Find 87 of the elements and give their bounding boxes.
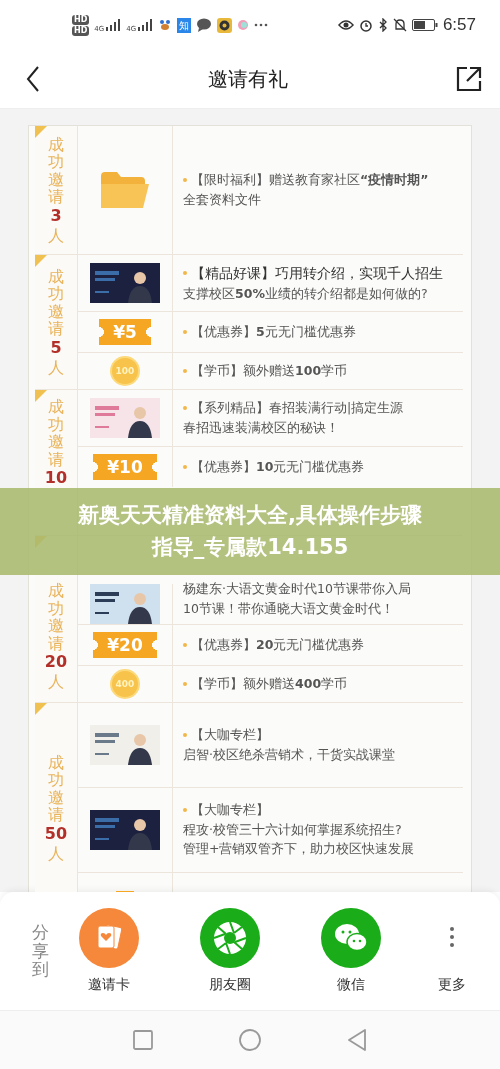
tier-label: 成功邀请 [48, 267, 64, 338]
page-title: 邀请有礼 [208, 65, 288, 93]
bell-muted-icon [392, 18, 407, 32]
back-nav-icon[interactable] [347, 1029, 367, 1051]
tier-label: 成功邀请 [48, 135, 64, 206]
tier-count: 10 [44, 468, 68, 490]
reward-text: 春招迅速装满校区的秘诀！ [183, 419, 339, 437]
chat-share-button[interactable] [321, 908, 381, 968]
coin: 400 [110, 669, 140, 699]
more-icon [254, 23, 269, 27]
reward-text: 【优惠券】5元无门槛优惠券 [191, 323, 356, 341]
bullet-dot [183, 330, 187, 334]
reward-text: 【系列精品】春招装满行动|搞定生源 [191, 399, 404, 417]
recent-apps-icon[interactable] [133, 1030, 153, 1050]
tier-count: 50 [44, 824, 68, 845]
bullet-dot [183, 271, 187, 276]
tier-count: 3 [50, 206, 62, 227]
bullet-dot [183, 682, 187, 686]
bullet-dot [183, 465, 187, 469]
bluetooth-icon [377, 18, 388, 32]
tier-unit: 人 [48, 673, 64, 691]
reward-text: 【大咖专栏】 [191, 801, 269, 819]
reward-text: 【精品好课】巧用转介绍，实现千人招生 [191, 263, 443, 283]
reward-text: 程攻·校管三十六计如何掌握系统招生? [183, 821, 402, 839]
folder-icon [101, 172, 149, 208]
battery-icon [411, 19, 438, 31]
tier-label: 成功邀请 [48, 753, 64, 824]
coupon-ticket: ¥10 [93, 454, 157, 480]
coupon-ticket: ¥5 [99, 319, 151, 345]
bullet-dot [183, 733, 187, 738]
reward-text: 支撑校区50%业绩的转介绍都是如何做的? [183, 285, 428, 303]
bullet-dot [183, 406, 187, 411]
eye-icon [337, 19, 354, 31]
reward-text: 【限时福利】赠送教育家社区“疫情时期” [191, 171, 429, 189]
home-icon[interactable] [239, 1029, 261, 1051]
reward-text: 【学币】额外赠送100学币 [191, 362, 348, 380]
tier-label: 成功邀请 [48, 582, 64, 653]
moments-share-button[interactable] [200, 908, 260, 968]
share-label: 邀请卡 [88, 976, 130, 994]
tier-count: 20 [44, 652, 68, 674]
paw-icon [158, 18, 173, 32]
tier-unit: 人 [48, 358, 64, 377]
reward-text: 10节课！带你通晓大语文黄金时代！ [183, 601, 394, 618]
bullet-dot [183, 643, 187, 647]
signal-icon [105, 19, 122, 31]
corner-marker [35, 255, 47, 267]
chat-bubble-icon [196, 18, 213, 32]
tier-label: 成功邀请 [48, 398, 64, 469]
reward-text: 管理+营销双管齐下，助力校区快速发展 [183, 841, 415, 859]
coin: 100 [110, 356, 140, 386]
headline-text: 新奥天天精准资料大全,具体操作步骤 [78, 502, 422, 529]
tier-unit: 人 [48, 844, 64, 863]
bullet-dot [183, 808, 187, 813]
chat-bubbles-icon [333, 923, 369, 953]
aperture-icon [212, 920, 248, 956]
reward-text: 启智·校区绝杀营销术，干货实战课堂 [183, 746, 395, 764]
reward-text: 【优惠券】20元无门槛优惠券 [191, 636, 365, 654]
share-icon[interactable] [456, 66, 482, 92]
tier-unit: 人 [48, 226, 64, 245]
share-label: 朋友圈 [209, 976, 251, 994]
reward-text: 【学币】额外赠送400学币 [191, 675, 348, 693]
reward-text: 全套资料文件 [183, 191, 261, 209]
app-badge: 知 [177, 17, 192, 33]
more-icon[interactable] [449, 926, 455, 948]
tier-count: 5 [50, 338, 62, 359]
card-share-button[interactable] [79, 908, 139, 968]
hd-label: HD [72, 25, 90, 36]
coupon-ticket: ¥20 [93, 632, 157, 658]
reward-text: 杨建东·大语文黄金时代10节课带你入局 [183, 581, 411, 599]
bullet-dot [183, 369, 187, 373]
bullet-dot [183, 178, 187, 183]
back-icon[interactable] [26, 66, 40, 92]
headline-text: 指导_专属款14.155 [151, 533, 349, 561]
hd-label: HD [72, 14, 90, 25]
corner-marker [35, 703, 47, 715]
alarm-icon [358, 18, 373, 32]
share-title: 分享到 [32, 922, 49, 980]
reward-text: 【优惠券】10元无门槛优惠券 [191, 458, 365, 476]
reward-text: 【大咖专栏】 [191, 726, 269, 744]
app-icon [217, 17, 233, 33]
share-label: 更多 [438, 976, 466, 994]
clock-time: 6:57 [442, 15, 476, 35]
share-label: 微信 [337, 976, 365, 994]
dot-icon [237, 19, 250, 31]
corner-marker [35, 390, 47, 402]
signal-icon [137, 19, 154, 31]
corner-marker [35, 126, 47, 138]
